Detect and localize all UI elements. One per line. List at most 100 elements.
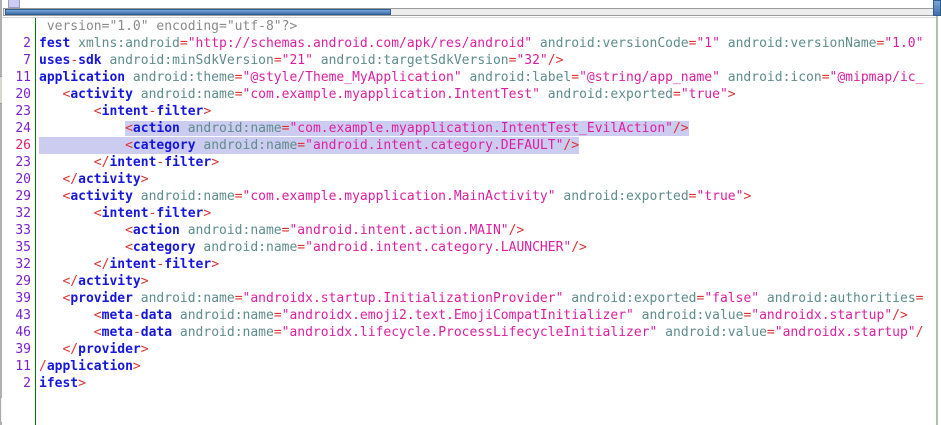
code-token — [39, 240, 125, 255]
code-token: application — [47, 359, 133, 374]
code-token: / — [916, 325, 924, 340]
code-token: = — [235, 291, 243, 306]
code-area[interactable]: version="1.0" encoding="utf-8"?>fest xml… — [36, 18, 936, 425]
code-token: = — [297, 138, 305, 153]
code-token: meta — [102, 308, 133, 323]
code-token: < — [94, 308, 102, 323]
code-token: meta — [102, 325, 133, 340]
code-token — [39, 155, 94, 170]
code-line[interactable]: /application> — [39, 358, 936, 375]
code-token: android:name — [172, 325, 274, 340]
code-token: = — [916, 291, 924, 306]
code-token: = — [274, 53, 282, 68]
code-token: android:exported — [556, 189, 689, 204]
code-token: /> — [563, 138, 579, 153]
code-token: android:name — [180, 223, 282, 238]
code-token: /> — [673, 121, 689, 136]
code-token: < — [94, 206, 102, 221]
code-token: /> — [892, 308, 908, 323]
panel-tab[interactable] — [8, 0, 20, 8]
code-token: android:versionName — [720, 36, 877, 51]
code-token: activity — [78, 274, 141, 289]
code-token: > — [211, 155, 219, 170]
code-token: - — [133, 325, 141, 340]
code-token: android:exported — [540, 87, 673, 102]
code-token: "androidx.lifecycle.ProcessLifecycleInit… — [282, 325, 658, 340]
code-line[interactable]: <provider android:name="androidx.startup… — [39, 290, 936, 307]
code-token: fest — [39, 36, 70, 51]
code-token — [39, 274, 62, 289]
scrollbar-end-cap — [933, 0, 941, 16]
code-token: /> — [548, 53, 564, 68]
code-token: = — [274, 308, 282, 323]
code-token: - — [133, 308, 141, 323]
code-token: intent — [102, 104, 149, 119]
code-line[interactable]: </activity> — [39, 171, 936, 188]
horizontal-scrollbar[interactable] — [3, 8, 936, 16]
code-token: "1.0" — [884, 36, 923, 51]
code-line[interactable]: <intent-filter> — [39, 205, 936, 222]
code-token: category — [133, 138, 196, 153]
code-line[interactable]: version="1.0" encoding="utf-8"?> — [39, 18, 936, 35]
code-line[interactable]: </activity> — [39, 273, 936, 290]
code-token: ifest — [39, 376, 78, 391]
line-number: 2 — [2, 35, 35, 52]
code-token: < — [94, 104, 102, 119]
line-number: 23 — [2, 154, 35, 171]
scrollbar-thumb[interactable] — [5, 9, 391, 15]
text-editor[interactable]: 271120232426232029323335322939434639112 … — [2, 17, 936, 425]
code-line[interactable]: <meta-data android:name="androidx.emoji2… — [39, 307, 936, 324]
code-line[interactable]: uses-sdk android:minSdkVersion="21" andr… — [39, 52, 936, 69]
code-token: data — [141, 325, 172, 340]
line-number: 35 — [2, 239, 35, 256]
code-token: "@mipmap/ic_ — [830, 70, 924, 85]
gutter: 271120232426232029323335322939434639112 — [2, 18, 36, 425]
code-token: "@string/app_name" — [579, 70, 720, 85]
code-token: / — [39, 359, 47, 374]
code-line[interactable]: <meta-data android:name="androidx.lifecy… — [39, 324, 936, 341]
code-line[interactable]: </intent-filter> — [39, 256, 936, 273]
code-token: filter — [156, 206, 203, 221]
code-token: < — [125, 121, 133, 136]
code-token: = — [767, 325, 775, 340]
code-line[interactable]: application android:theme="@style/Theme_… — [39, 69, 936, 86]
code-token: < — [125, 240, 133, 255]
code-line[interactable]: fest xmlns:android="http://schemas.andro… — [39, 35, 936, 52]
code-token: </ — [94, 155, 110, 170]
code-token: android:authorities — [759, 291, 916, 306]
code-line[interactable]: <category android:name="android.intent.c… — [39, 137, 579, 154]
code-token: = — [235, 189, 243, 204]
code-token: = — [297, 240, 305, 255]
code-line[interactable]: <category android:name="android.intent.c… — [39, 239, 936, 256]
code-line[interactable]: <activity android:name="com.example.myap… — [39, 188, 936, 205]
code-token: > — [203, 104, 211, 119]
code-token: "false" — [704, 291, 759, 306]
code-token: action — [133, 121, 180, 136]
code-token: = — [180, 36, 188, 51]
line-number: 24 — [2, 120, 35, 137]
code-token: "@style/Theme_MyApplication" — [243, 70, 462, 85]
code-token — [39, 138, 125, 153]
code-token: > — [78, 376, 86, 391]
code-token: filter — [164, 155, 211, 170]
code-token: - — [70, 53, 78, 68]
code-line[interactable]: <action android:name="com.example.myappl… — [39, 120, 936, 137]
code-token: uses — [39, 53, 70, 68]
code-line[interactable]: ifest> — [39, 375, 936, 392]
code-token: action — [133, 223, 180, 238]
code-token: intent — [102, 206, 149, 221]
code-token: "androidx.startup" — [751, 308, 892, 323]
code-token: version="1.0" encoding="utf-8"?> — [39, 19, 297, 34]
code-line[interactable]: <action android:name="android.intent.act… — [39, 222, 936, 239]
code-line[interactable]: </intent-filter> — [39, 154, 936, 171]
code-token: intent — [109, 257, 156, 272]
code-line[interactable]: <intent-filter> — [39, 103, 936, 120]
code-token: sdk — [78, 53, 101, 68]
code-token: "32" — [516, 53, 547, 68]
code-token: android:name — [172, 308, 274, 323]
code-line[interactable]: </provider> — [39, 341, 936, 358]
line-number: 29 — [2, 273, 35, 290]
code-line[interactable]: <activity android:name="com.example.myap… — [39, 86, 936, 103]
code-token: > — [211, 257, 219, 272]
code-token: android:targetSdkVersion — [313, 53, 509, 68]
